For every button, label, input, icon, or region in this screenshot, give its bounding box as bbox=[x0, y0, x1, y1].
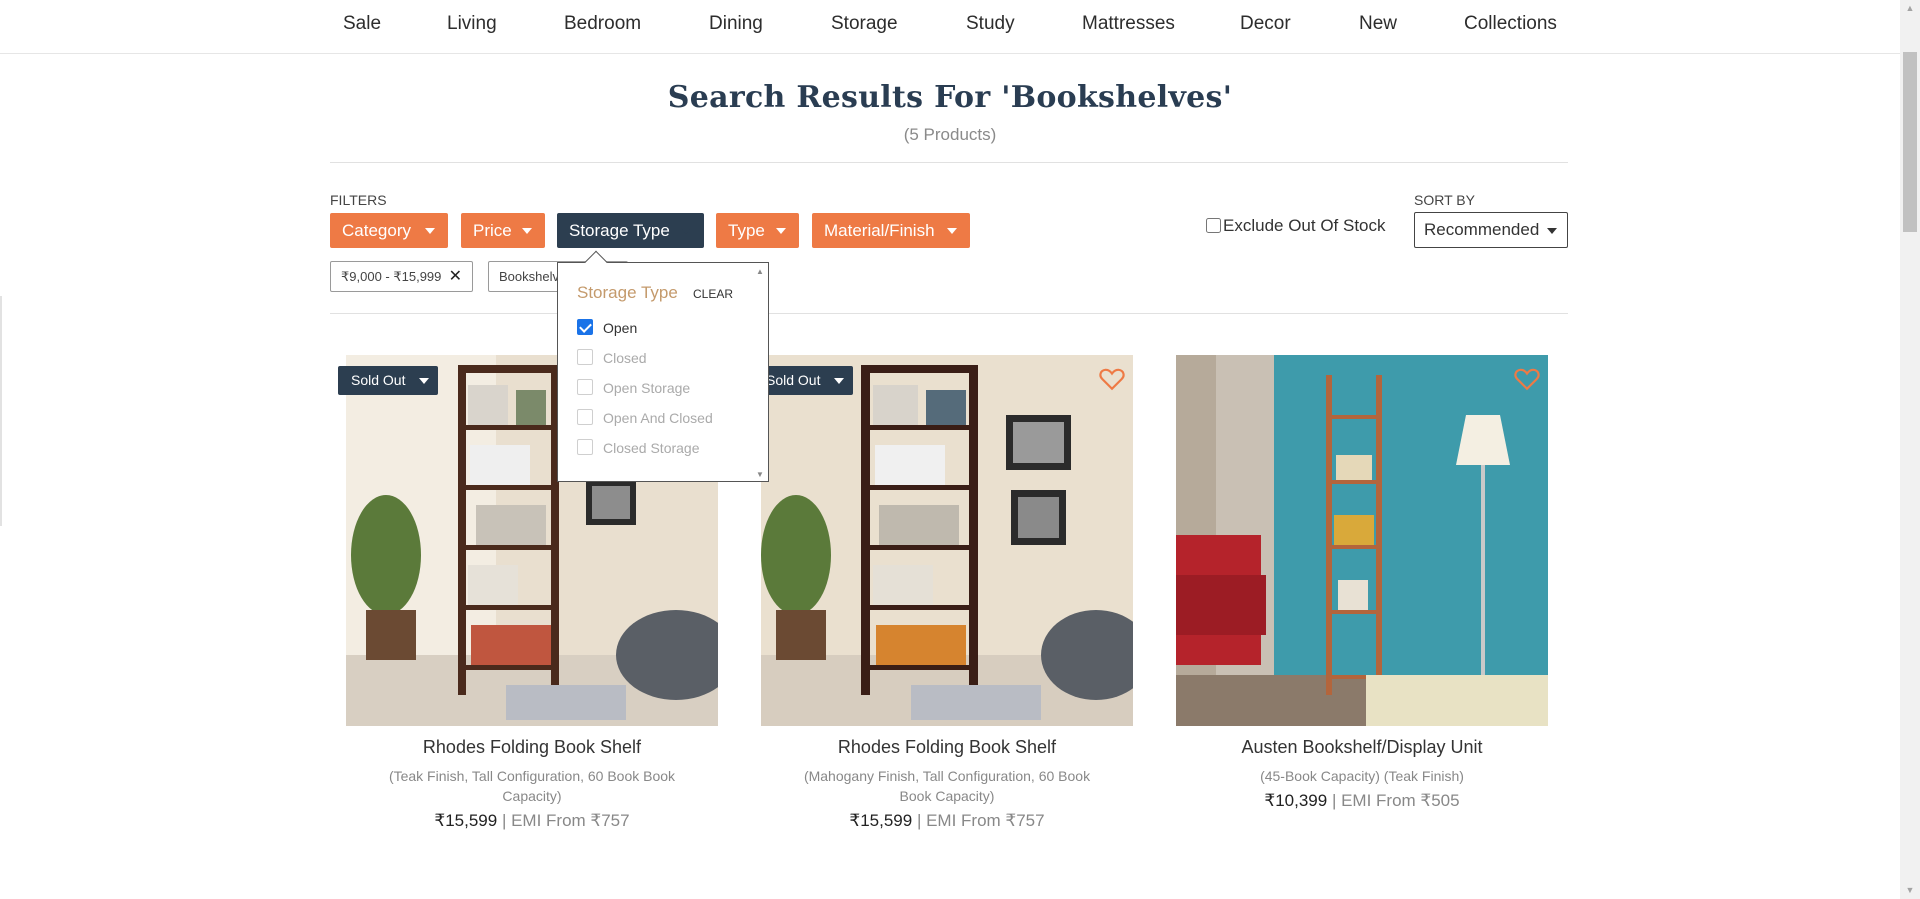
checkbox[interactable] bbox=[577, 319, 593, 335]
product-price-row: ₹15,599 | EMI From ₹757 bbox=[761, 811, 1133, 831]
applied-filter-price: ₹9,000 - ₹15,999 bbox=[341, 269, 442, 284]
nav-item-living[interactable]: Living bbox=[447, 13, 497, 35]
product-name[interactable]: Rhodes Folding Book Shelf bbox=[346, 737, 718, 758]
scroll-down-icon[interactable]: ▼ bbox=[754, 470, 766, 479]
product-count: (5 Products) bbox=[903, 125, 997, 144]
nav-item-sale[interactable]: Sale bbox=[343, 13, 381, 35]
product-emi: | EMI From ₹757 bbox=[912, 811, 1045, 830]
filter-category-button[interactable]: Category bbox=[330, 213, 448, 248]
product-name[interactable]: Rhodes Folding Book Shelf bbox=[761, 737, 1133, 758]
checkbox[interactable] bbox=[577, 349, 593, 365]
divider bbox=[330, 162, 1568, 163]
chevron-down-icon bbox=[776, 228, 786, 234]
dropdown-title: Storage Type bbox=[577, 283, 678, 302]
filter-storage-type-button[interactable]: Storage Type bbox=[557, 213, 704, 248]
option-label: Open bbox=[603, 320, 638, 336]
product-description: (Teak Finish, Tall Configuration, 60 Boo… bbox=[388, 768, 676, 804]
product-emi: | EMI From ₹505 bbox=[1327, 791, 1460, 810]
filter-material-finish-button[interactable]: Material/Finish bbox=[812, 213, 970, 248]
bookshelf-photo bbox=[761, 355, 1133, 726]
exclude-out-of-stock[interactable]: Exclude Out Of Stock bbox=[1206, 216, 1386, 236]
option-label: Closed Storage bbox=[603, 440, 700, 456]
page-scrollbar[interactable]: ▲ ▼ bbox=[1900, 0, 1920, 899]
filter-price-label: Price bbox=[473, 221, 512, 240]
chevron-down-icon bbox=[834, 378, 844, 384]
left-edge-divider bbox=[0, 296, 2, 526]
sort-select[interactable]: Recommended bbox=[1414, 212, 1568, 248]
product-price: ₹15,599 bbox=[434, 811, 498, 830]
filter-storage-type-label: Storage Type bbox=[569, 221, 670, 240]
sort-label: SORT BY bbox=[1414, 192, 1475, 208]
filter-type-label: Type bbox=[728, 221, 765, 240]
nav-item-decor[interactable]: Decor bbox=[1240, 13, 1291, 35]
applied-filter-chip: ₹9,000 - ₹15,999 ✕ bbox=[330, 261, 473, 292]
product-price-row: ₹10,399 | EMI From ₹505 bbox=[1176, 791, 1548, 811]
applied-filter-type: Bookshelv bbox=[499, 269, 559, 284]
checkbox[interactable] bbox=[577, 379, 593, 395]
exclude-out-of-stock-label: Exclude Out Of Stock bbox=[1223, 216, 1386, 235]
product-price: ₹15,599 bbox=[849, 811, 913, 830]
sold-out-label: Sold Out bbox=[351, 372, 406, 388]
checkbox[interactable] bbox=[577, 409, 593, 425]
filter-price-button[interactable]: Price bbox=[461, 213, 545, 248]
sort-value: Recommended bbox=[1424, 220, 1540, 239]
dropdown-scrollbar[interactable]: ▲ ▼ bbox=[754, 267, 766, 479]
scrollbar-thumb[interactable] bbox=[1903, 52, 1917, 232]
storage-type-dropdown: Storage Type CLEAR Open Closed Open Stor… bbox=[557, 250, 769, 482]
chevron-down-icon bbox=[947, 228, 957, 234]
filters-label: FILTERS bbox=[330, 192, 387, 208]
product-image[interactable] bbox=[761, 355, 1133, 726]
product-image[interactable] bbox=[1176, 355, 1548, 726]
page-title: Search Results For 'Bookshelves' bbox=[667, 80, 1233, 115]
scroll-up-icon[interactable]: ▲ bbox=[1900, 0, 1920, 17]
chevron-down-icon bbox=[1547, 228, 1557, 234]
scroll-down-icon[interactable]: ▼ bbox=[1900, 882, 1920, 899]
chevron-down-icon bbox=[425, 228, 435, 234]
nav-item-dining[interactable]: Dining bbox=[709, 13, 763, 35]
wishlist-heart-icon[interactable] bbox=[1099, 367, 1125, 391]
filter-type-button[interactable]: Type bbox=[716, 213, 799, 248]
sold-out-label: Sold Out bbox=[766, 372, 821, 388]
top-nav: Sale Living Bedroom Dining Storage Study… bbox=[0, 0, 1900, 54]
bookshelf-photo bbox=[1176, 355, 1548, 726]
nav-item-new[interactable]: New bbox=[1359, 13, 1397, 35]
option-label: Open Storage bbox=[603, 380, 691, 396]
option-label: Closed bbox=[603, 350, 647, 366]
sold-out-badge[interactable]: Sold Out bbox=[338, 366, 438, 395]
nav-item-study[interactable]: Study bbox=[966, 13, 1015, 35]
dropdown-pointer bbox=[584, 250, 608, 274]
wishlist-heart-icon[interactable] bbox=[1514, 367, 1540, 391]
nav-item-bedroom[interactable]: Bedroom bbox=[564, 13, 641, 35]
product-price-row: ₹15,599 | EMI From ₹757 bbox=[346, 811, 718, 831]
filter-category-label: Category bbox=[342, 221, 411, 240]
option-label: Open And Closed bbox=[603, 410, 713, 426]
chevron-down-icon bbox=[522, 228, 532, 234]
exclude-out-of-stock-checkbox[interactable] bbox=[1206, 218, 1221, 233]
scroll-up-icon[interactable]: ▲ bbox=[754, 267, 766, 276]
nav-item-mattresses[interactable]: Mattresses bbox=[1082, 13, 1175, 35]
product-description: (45-Book Capacity) (Teak Finish) bbox=[1260, 768, 1464, 784]
nav-item-collections[interactable]: Collections bbox=[1464, 13, 1557, 35]
divider bbox=[330, 313, 1568, 314]
chevron-down-icon bbox=[681, 228, 691, 234]
chevron-down-icon bbox=[419, 378, 429, 384]
checkbox[interactable] bbox=[577, 439, 593, 455]
product-emi: | EMI From ₹757 bbox=[497, 811, 630, 830]
nav-item-storage[interactable]: Storage bbox=[831, 13, 898, 35]
product-price: ₹10,399 bbox=[1264, 791, 1328, 810]
product-description: (Mahogany Finish, Tall Configuration, 60… bbox=[803, 768, 1091, 804]
filter-material-finish-label: Material/Finish bbox=[824, 221, 935, 240]
clear-button[interactable]: CLEAR bbox=[693, 287, 733, 301]
close-icon[interactable]: ✕ bbox=[449, 262, 462, 291]
product-name[interactable]: Austen Bookshelf/Display Unit bbox=[1176, 737, 1548, 758]
